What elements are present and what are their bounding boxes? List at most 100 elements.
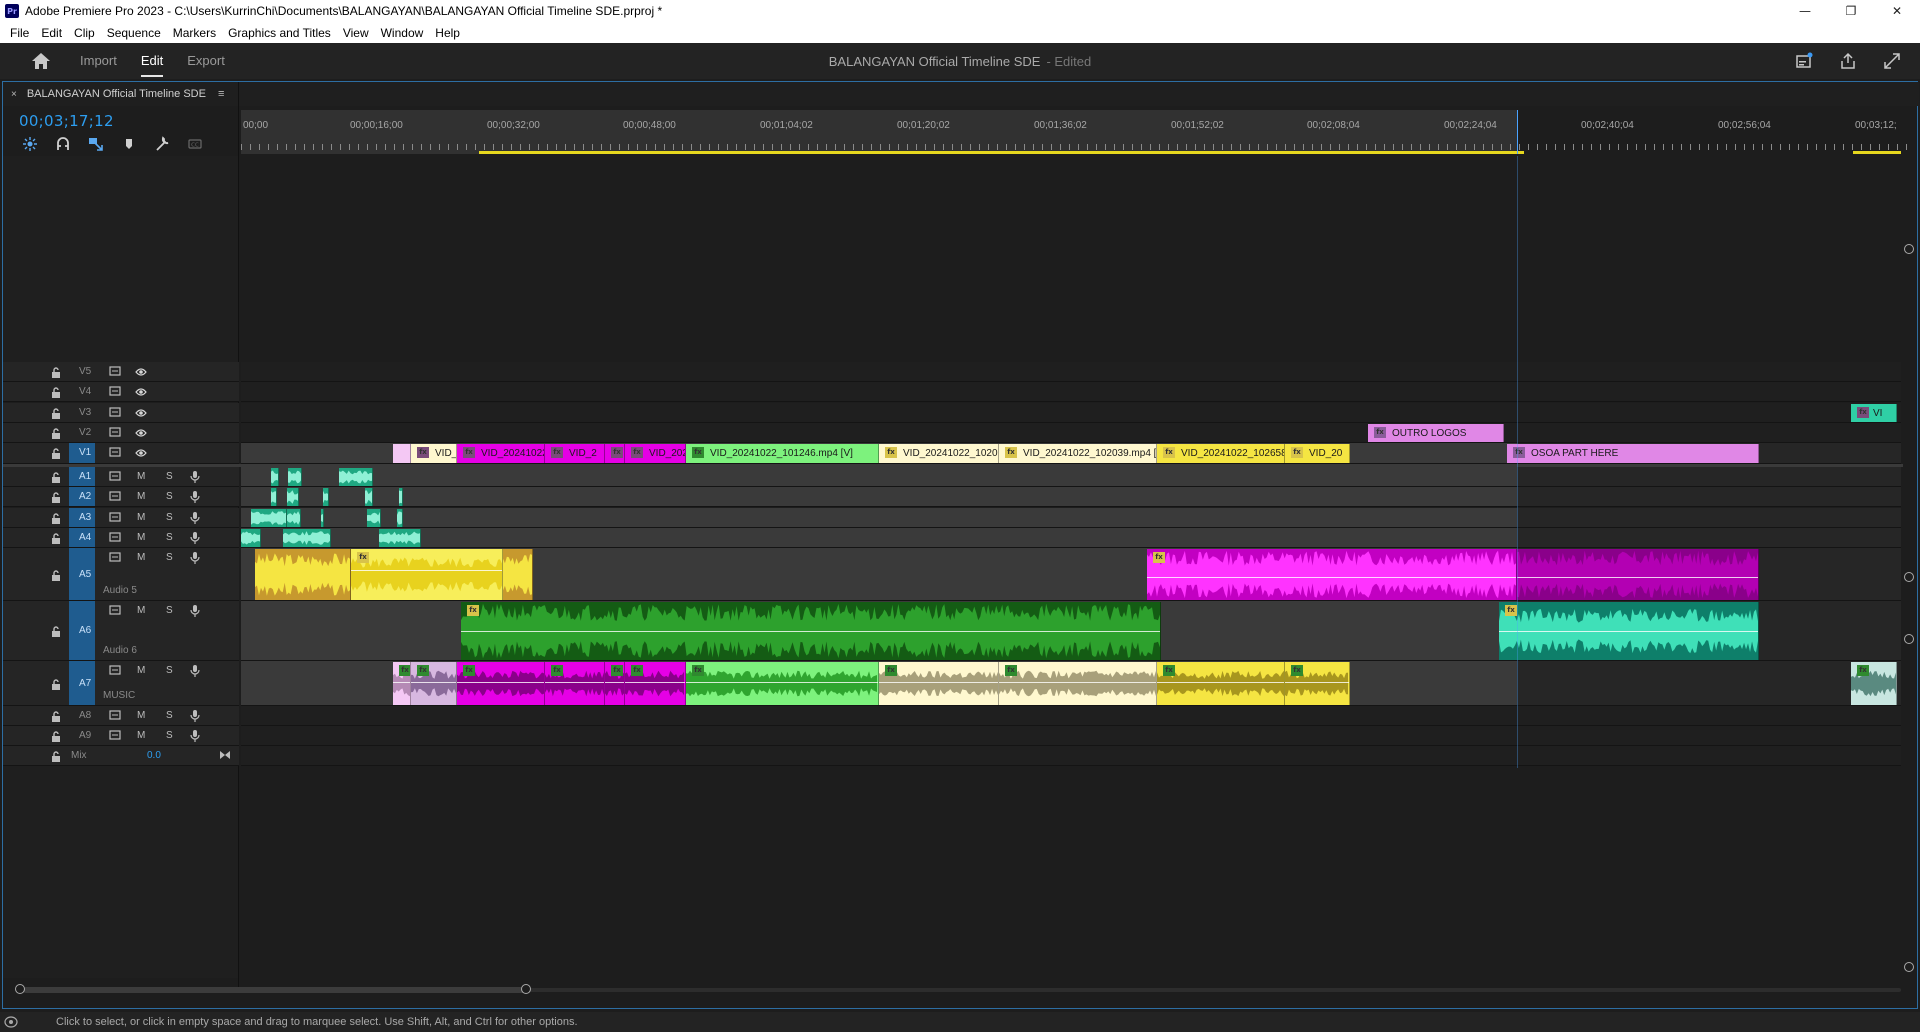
- audio-track-row-a1[interactable]: [241, 467, 1901, 487]
- toggle-track-output-eye-icon[interactable]: [135, 448, 147, 461]
- music-clip[interactable]: fx: [1157, 662, 1285, 705]
- volume-rubberband[interactable]: [393, 682, 410, 683]
- track-lock-icon[interactable]: [51, 710, 61, 722]
- solo-track-button[interactable]: S: [166, 665, 173, 676]
- audio-clip[interactable]: [283, 529, 331, 547]
- audio-clip[interactable]: [321, 509, 324, 527]
- video-clip[interactable]: fx VID_: [411, 444, 457, 463]
- music-clip[interactable]: fx: [1285, 662, 1350, 705]
- voiceover-record-icon[interactable]: [190, 605, 200, 620]
- track-lock-icon[interactable]: [51, 407, 61, 419]
- menu-file[interactable]: File: [4, 26, 35, 40]
- audio-clip[interactable]: [288, 468, 302, 486]
- restore-button[interactable]: ❐: [1828, 0, 1874, 22]
- video-clip[interactable]: fx VID_2024: [625, 444, 686, 463]
- audio-clip[interactable]: [271, 488, 277, 506]
- video-clip[interactable]: fx VID_20241022_10: [457, 444, 545, 463]
- video-clip[interactable]: fx VID_20: [1285, 444, 1350, 463]
- volume-rubberband[interactable]: [457, 682, 544, 683]
- mute-track-button[interactable]: M: [137, 491, 145, 502]
- video-clip[interactable]: fx VID_20241022_1020: [879, 444, 999, 463]
- track-header-v4[interactable]: V4: [3, 382, 239, 402]
- toggle-track-output-eye-icon[interactable]: [135, 367, 147, 380]
- toggle-sync-lock-icon[interactable]: [109, 386, 121, 399]
- voiceover-record-icon[interactable]: [190, 665, 200, 680]
- horizontal-scrollbar[interactable]: [15, 982, 1909, 998]
- music-clip[interactable]: fx: [999, 662, 1157, 705]
- track-lock-icon[interactable]: [51, 569, 61, 581]
- track-header-a3[interactable]: A3 M S: [3, 508, 239, 528]
- track-lock-icon[interactable]: [51, 730, 61, 742]
- track-header-v1[interactable]: V1: [3, 443, 239, 464]
- track-header-a8[interactable]: A8 M S: [3, 706, 239, 726]
- track-header-a7[interactable]: A7 MUSIC M S: [3, 661, 239, 706]
- voiceover-record-icon[interactable]: [190, 471, 200, 486]
- mix-track-row[interactable]: [241, 746, 1901, 766]
- mix-track-header[interactable]: Mix 0.0: [3, 746, 239, 766]
- mix-volume-value[interactable]: 0.0: [147, 750, 161, 761]
- video-track-row-v2[interactable]: [241, 423, 1901, 443]
- menu-window[interactable]: Window: [375, 26, 430, 40]
- close-window-button[interactable]: ✕: [1874, 0, 1920, 22]
- audio-clip[interactable]: [241, 529, 261, 547]
- video-clip[interactable]: [393, 444, 411, 463]
- voiceover-record-icon[interactable]: [190, 730, 200, 745]
- minimize-button[interactable]: —: [1782, 0, 1828, 22]
- audio-clip-green[interactable]: fx: [461, 602, 1161, 660]
- video-clip[interactable]: fx: [605, 444, 625, 463]
- menu-help[interactable]: Help: [429, 26, 466, 40]
- workspaces-icon[interactable]: [1794, 51, 1814, 71]
- track-header-a5[interactable]: A5 Audio 5 M S: [3, 548, 239, 601]
- solo-track-button[interactable]: S: [166, 532, 173, 543]
- video-clip[interactable]: fx VID_20241022_101246.mp4 [V]: [686, 444, 879, 463]
- audio-track-row-a3[interactable]: [241, 508, 1901, 528]
- audio-vertical-scrollbar-end[interactable]: [1903, 962, 1915, 982]
- video-clip[interactable]: fx VID_2: [545, 444, 605, 463]
- mix-arrows-icon[interactable]: [219, 750, 231, 763]
- volume-rubberband[interactable]: [461, 631, 1160, 632]
- audio-track-row-a8[interactable]: [241, 706, 1901, 726]
- track-header-a9[interactable]: A9 M S: [3, 726, 239, 746]
- audio-clip[interactable]: [251, 509, 287, 527]
- volume-rubberband[interactable]: [1517, 577, 1758, 578]
- volume-rubberband[interactable]: [1157, 682, 1284, 683]
- toggle-sync-lock-icon[interactable]: [109, 730, 121, 743]
- mute-track-button[interactable]: M: [137, 532, 145, 543]
- scroll-knob[interactable]: [1904, 634, 1914, 644]
- track-header-a4[interactable]: A4 M S: [3, 528, 239, 548]
- toggle-sync-lock-icon[interactable]: [109, 491, 121, 504]
- audio-track-row-a2[interactable]: [241, 487, 1901, 507]
- music-clip-end[interactable]: fx: [1851, 662, 1897, 705]
- audio-clip[interactable]: [339, 468, 373, 486]
- video-track-row-v3[interactable]: [241, 403, 1901, 423]
- mute-track-button[interactable]: M: [137, 552, 145, 563]
- track-header-v3[interactable]: V3: [3, 403, 239, 423]
- track-lock-icon[interactable]: [51, 447, 61, 459]
- fullscreen-icon[interactable]: [1882, 51, 1902, 71]
- music-clip[interactable]: fx: [605, 662, 625, 705]
- track-lock-icon[interactable]: [51, 750, 61, 762]
- toggle-track-output-eye-icon[interactable]: [135, 428, 147, 441]
- music-clip[interactable]: fx: [625, 662, 686, 705]
- solo-track-button[interactable]: S: [166, 471, 173, 482]
- audio-clip[interactable]: [397, 509, 403, 527]
- solo-track-button[interactable]: S: [166, 710, 173, 721]
- audio-clip-magenta[interactable]: fx: [1147, 549, 1517, 600]
- track-header-v2[interactable]: V2: [3, 423, 239, 443]
- toggle-sync-lock-icon[interactable]: [109, 710, 121, 723]
- volume-rubberband[interactable]: [686, 682, 878, 683]
- music-clip[interactable]: fx: [457, 662, 545, 705]
- volume-rubberband[interactable]: [625, 682, 685, 683]
- audio-clip[interactable]: [379, 529, 421, 547]
- toggle-track-output-eye-icon[interactable]: [135, 387, 147, 400]
- audio-clip[interactable]: [365, 488, 373, 506]
- track-lock-icon[interactable]: [51, 678, 61, 690]
- track-lock-icon[interactable]: [51, 386, 61, 398]
- voiceover-record-icon[interactable]: [190, 710, 200, 725]
- toggle-sync-lock-icon[interactable]: [109, 447, 121, 460]
- home-icon[interactable]: [30, 51, 52, 71]
- video-clip-outro-logos[interactable]: fx OUTRO LOGOS: [1368, 424, 1504, 442]
- voiceover-record-icon[interactable]: [190, 552, 200, 567]
- menu-edit[interactable]: Edit: [35, 26, 68, 40]
- music-clip[interactable]: fx: [545, 662, 605, 705]
